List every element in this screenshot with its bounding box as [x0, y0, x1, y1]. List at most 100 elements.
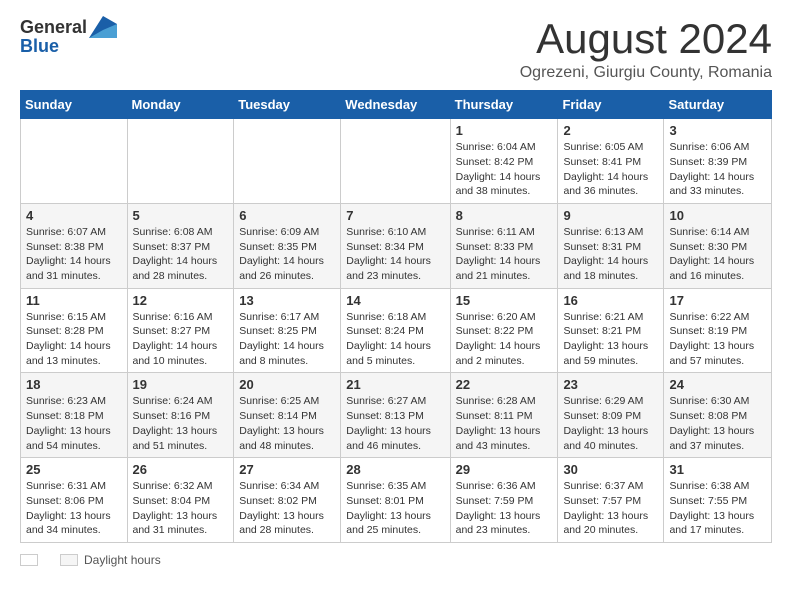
weekday-saturday: Saturday [664, 91, 772, 119]
location: Ogrezeni, Giurgiu County, Romania [520, 64, 772, 82]
day-number: 13 [239, 293, 335, 308]
month-year: August 2024 [520, 16, 772, 62]
day-cell: 12Sunrise: 6:16 AM Sunset: 8:27 PM Dayli… [127, 288, 234, 373]
day-cell: 18Sunrise: 6:23 AM Sunset: 8:18 PM Dayli… [21, 373, 128, 458]
week-row-3: 11 Sunrise: 6:15 AM Sunset: 8:28 PM Dayli… [21, 288, 772, 373]
day-number: 18 [26, 377, 122, 392]
day-cell: 19Sunrise: 6:24 AM Sunset: 8:16 PM Dayli… [127, 373, 234, 458]
day-number: 17 [669, 293, 766, 308]
day-info: Sunrise: 6:32 AM Sunset: 8:04 PM Dayligh… [133, 479, 229, 538]
day-number: 16 [563, 293, 658, 308]
day-info: Sunrise: 6:38 AM Sunset: 7:55 PM Dayligh… [669, 479, 766, 538]
calendar-footer: Daylight hours [20, 553, 772, 567]
day-number: 27 [239, 462, 335, 477]
day-cell: 30 Sunrise: 6:37 AM Sunset: 7:57 PM Dayli… [558, 458, 664, 543]
day-cell: 15Sunrise: 6:20 AM Sunset: 8:22 PM Dayli… [450, 288, 558, 373]
day-cell: 20 Sunrise: 6:25 AM Sunset: 8:14 PM Dayli… [234, 373, 341, 458]
day-number: 23 [563, 377, 658, 392]
day-cell: 10Sunrise: 6:14 AM Sunset: 8:30 PM Dayli… [664, 203, 772, 288]
day-cell: 24 Sunrise: 6:30 AM Sunset: 8:08 PM Dayli… [664, 373, 772, 458]
day-number: 14 [346, 293, 444, 308]
header: General Blue August 2024 Ogrezeni, Giurg… [20, 16, 772, 82]
day-info: Sunrise: 6:29 AM Sunset: 8:09 PM Dayligh… [563, 394, 658, 453]
day-info: Sunrise: 6:37 AM Sunset: 7:57 PM Dayligh… [563, 479, 658, 538]
day-info: Sunrise: 6:21 AM Sunset: 8:21 PM Dayligh… [563, 310, 658, 369]
day-number: 30 [563, 462, 658, 477]
day-info: Sunrise: 6:17 AM Sunset: 8:25 PM Dayligh… [239, 310, 335, 369]
day-number: 11 [26, 293, 122, 308]
day-cell [127, 119, 234, 204]
day-info: Sunrise: 6:35 AM Sunset: 8:01 PM Dayligh… [346, 479, 444, 538]
legend-gray [60, 554, 78, 566]
day-info: Sunrise: 6:16 AM Sunset: 8:27 PM Dayligh… [133, 310, 229, 369]
day-info: Sunrise: 6:22 AM Sunset: 8:19 PM Dayligh… [669, 310, 766, 369]
weekday-header-row: SundayMondayTuesdayWednesdayThursdayFrid… [21, 91, 772, 119]
weekday-thursday: Thursday [450, 91, 558, 119]
day-cell [21, 119, 128, 204]
day-number: 2 [563, 123, 658, 138]
day-info: Sunrise: 6:15 AM Sunset: 8:28 PM Dayligh… [26, 310, 122, 369]
day-info: Sunrise: 6:36 AM Sunset: 7:59 PM Dayligh… [456, 479, 553, 538]
weekday-sunday: Sunday [21, 91, 128, 119]
day-cell: 23 Sunrise: 6:29 AM Sunset: 8:09 PM Dayli… [558, 373, 664, 458]
day-cell: 17 Sunrise: 6:22 AM Sunset: 8:19 PM Dayli… [664, 288, 772, 373]
logo-general: General [20, 17, 87, 38]
day-number: 8 [456, 208, 553, 223]
day-cell: 3Sunrise: 6:06 AM Sunset: 8:39 PM Daylig… [664, 119, 772, 204]
weekday-friday: Friday [558, 91, 664, 119]
day-number: 25 [26, 462, 122, 477]
day-cell: 29 Sunrise: 6:36 AM Sunset: 7:59 PM Dayli… [450, 458, 558, 543]
day-number: 15 [456, 293, 553, 308]
day-info: Sunrise: 6:11 AM Sunset: 8:33 PM Dayligh… [456, 225, 553, 284]
day-number: 4 [26, 208, 122, 223]
day-number: 21 [346, 377, 444, 392]
day-info: Sunrise: 6:05 AM Sunset: 8:41 PM Dayligh… [563, 140, 658, 199]
day-number: 3 [669, 123, 766, 138]
week-row-5: 25 Sunrise: 6:31 AM Sunset: 8:06 PM Dayli… [21, 458, 772, 543]
day-cell [234, 119, 341, 204]
day-info: Sunrise: 6:08 AM Sunset: 8:37 PM Dayligh… [133, 225, 229, 284]
day-cell: 13 Sunrise: 6:17 AM Sunset: 8:25 PM Dayli… [234, 288, 341, 373]
day-number: 19 [133, 377, 229, 392]
title-block: August 2024 Ogrezeni, Giurgiu County, Ro… [520, 16, 772, 82]
week-row-4: 18Sunrise: 6:23 AM Sunset: 8:18 PM Dayli… [21, 373, 772, 458]
day-number: 20 [239, 377, 335, 392]
day-cell: 25 Sunrise: 6:31 AM Sunset: 8:06 PM Dayli… [21, 458, 128, 543]
weekday-monday: Monday [127, 91, 234, 119]
day-number: 10 [669, 208, 766, 223]
day-cell: 21 Sunrise: 6:27 AM Sunset: 8:13 PM Dayli… [341, 373, 450, 458]
daylight-label: Daylight hours [84, 553, 161, 567]
logo-blue-text: Blue [20, 36, 59, 56]
day-number: 29 [456, 462, 553, 477]
day-cell: 22Sunrise: 6:28 AM Sunset: 8:11 PM Dayli… [450, 373, 558, 458]
day-info: Sunrise: 6:27 AM Sunset: 8:13 PM Dayligh… [346, 394, 444, 453]
day-info: Sunrise: 6:18 AM Sunset: 8:24 PM Dayligh… [346, 310, 444, 369]
day-cell: 26 Sunrise: 6:32 AM Sunset: 8:04 PM Dayli… [127, 458, 234, 543]
day-number: 9 [563, 208, 658, 223]
day-cell: 2 Sunrise: 6:05 AM Sunset: 8:41 PM Daylig… [558, 119, 664, 204]
day-cell: 9 Sunrise: 6:13 AM Sunset: 8:31 PM Daylig… [558, 203, 664, 288]
week-row-1: 1Sunrise: 6:04 AM Sunset: 8:42 PM Daylig… [21, 119, 772, 204]
day-info: Sunrise: 6:31 AM Sunset: 8:06 PM Dayligh… [26, 479, 122, 538]
day-info: Sunrise: 6:34 AM Sunset: 8:02 PM Dayligh… [239, 479, 335, 538]
day-info: Sunrise: 6:25 AM Sunset: 8:14 PM Dayligh… [239, 394, 335, 453]
day-info: Sunrise: 6:13 AM Sunset: 8:31 PM Dayligh… [563, 225, 658, 284]
day-cell: 11 Sunrise: 6:15 AM Sunset: 8:28 PM Dayli… [21, 288, 128, 373]
day-number: 1 [456, 123, 553, 138]
logo-icon [89, 16, 117, 38]
legend-white [20, 554, 38, 566]
calendar-table: SundayMondayTuesdayWednesdayThursdayFrid… [20, 90, 772, 543]
day-number: 5 [133, 208, 229, 223]
day-number: 26 [133, 462, 229, 477]
weekday-wednesday: Wednesday [341, 91, 450, 119]
day-info: Sunrise: 6:30 AM Sunset: 8:08 PM Dayligh… [669, 394, 766, 453]
day-cell: 27 Sunrise: 6:34 AM Sunset: 8:02 PM Dayli… [234, 458, 341, 543]
day-cell: 8 Sunrise: 6:11 AM Sunset: 8:33 PM Daylig… [450, 203, 558, 288]
day-number: 28 [346, 462, 444, 477]
day-number: 7 [346, 208, 444, 223]
day-cell: 16 Sunrise: 6:21 AM Sunset: 8:21 PM Dayli… [558, 288, 664, 373]
day-info: Sunrise: 6:10 AM Sunset: 8:34 PM Dayligh… [346, 225, 444, 284]
day-info: Sunrise: 6:09 AM Sunset: 8:35 PM Dayligh… [239, 225, 335, 284]
week-row-2: 4Sunrise: 6:07 AM Sunset: 8:38 PM Daylig… [21, 203, 772, 288]
day-number: 24 [669, 377, 766, 392]
